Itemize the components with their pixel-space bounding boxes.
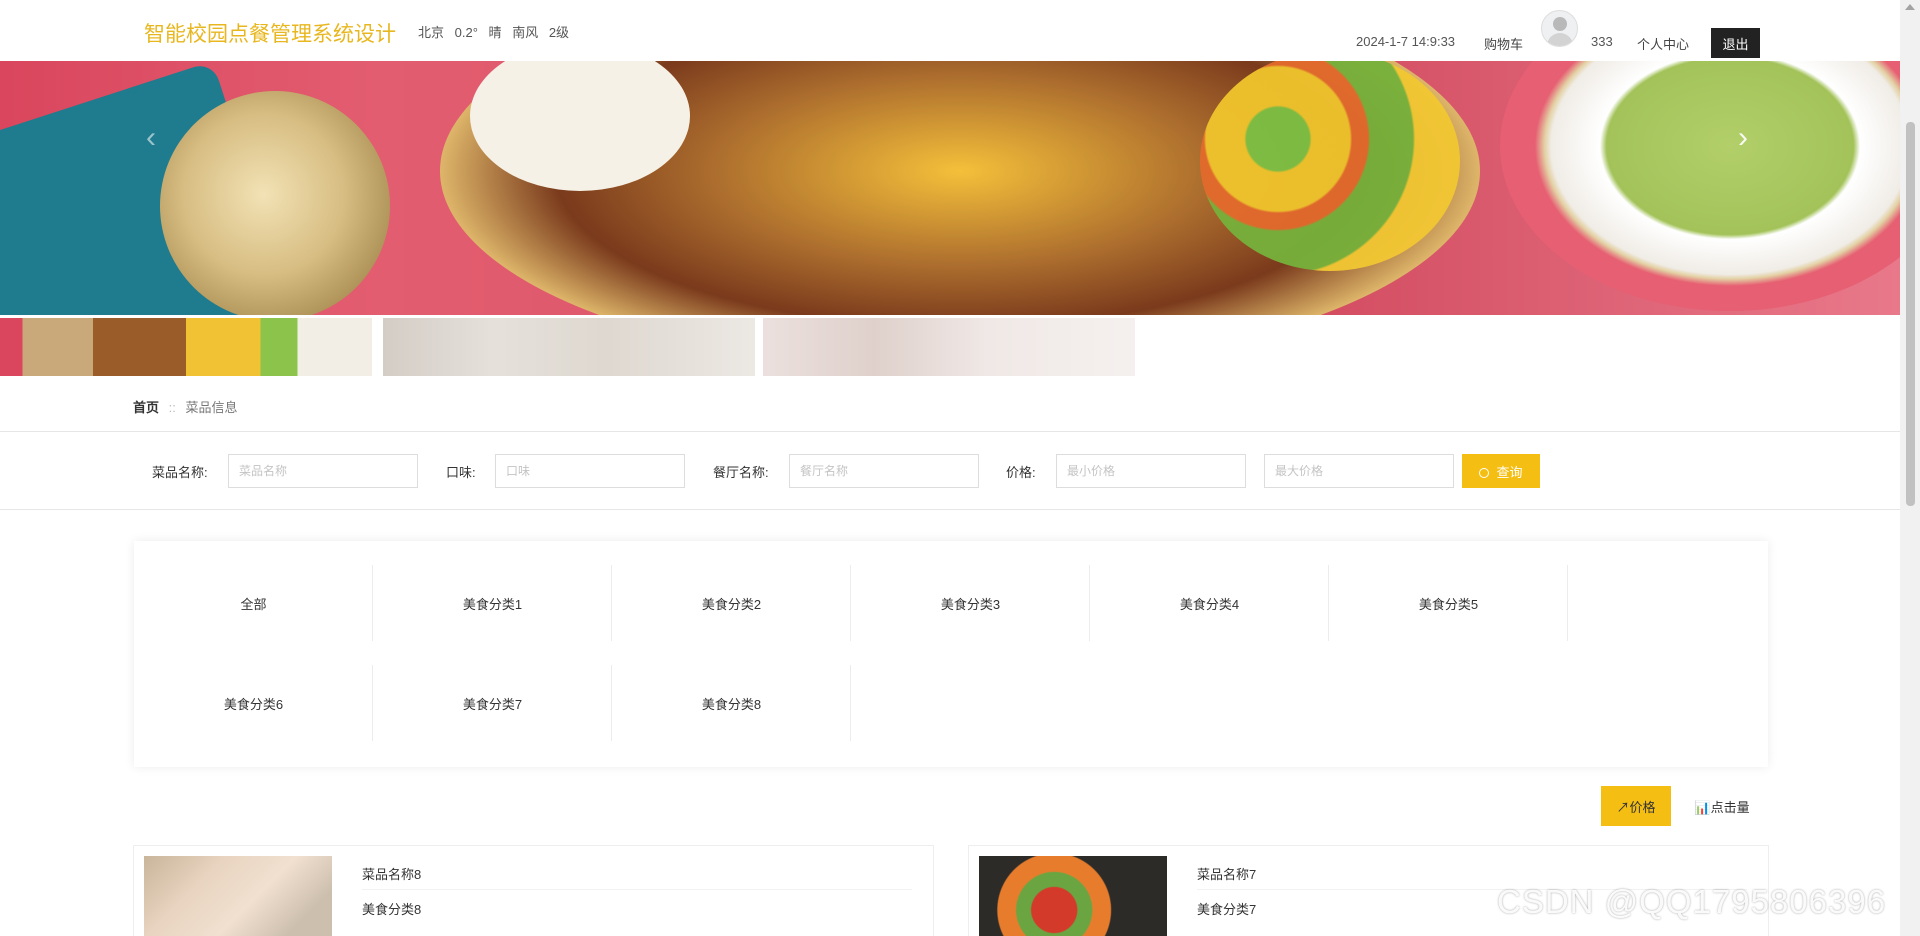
category-item[interactable]: 美食分类3 <box>851 565 1090 641</box>
category-item[interactable]: 美食分类7 <box>373 665 612 741</box>
category-item[interactable]: 美食分类6 <box>134 665 373 741</box>
trend-line-icon: ↗ <box>1616 799 1630 815</box>
weather-temperature: 0.2° <box>454 25 478 40</box>
category-item[interactable]: 美食分类2 <box>612 565 851 641</box>
weather-wind-level: 2级 <box>548 25 570 40</box>
user-avatar[interactable] <box>1541 10 1578 47</box>
divider <box>0 431 1900 432</box>
current-datetime: 2024-1-7 14:9:33 <box>1356 34 1456 49</box>
avatar-head-shape <box>1553 17 1567 31</box>
site-title[interactable]: 智能校园点餐管理系统设计 <box>144 18 396 48</box>
top-header: 智能校园点餐管理系统设计 北京 0.2° 晴 南风 2级 2024-1-7 14… <box>0 0 1900 61</box>
max-price-input[interactable] <box>1264 454 1454 488</box>
cart-link[interactable]: 购物车 <box>1484 34 1523 53</box>
category-item[interactable]: 美食分类5 <box>1329 565 1568 641</box>
taste-input[interactable] <box>495 454 685 488</box>
chevron-left-icon[interactable]: ‹ <box>146 123 156 153</box>
restaurant-name-input[interactable] <box>789 454 979 488</box>
dish-name: 菜品名称7 <box>1197 867 1257 882</box>
breadcrumb-home[interactable]: 首页 <box>133 400 159 415</box>
category-item[interactable]: 美食分类8 <box>612 665 851 741</box>
weather-city: 北京 <box>418 25 445 40</box>
restaurant-name-label: 餐厅名称: <box>713 465 769 480</box>
sort-by-price-button[interactable]: ↗价格 <box>1601 786 1671 826</box>
banner-thumbnail[interactable] <box>0 318 372 376</box>
sort-clicks-label: 点击量 <box>1710 799 1750 815</box>
breadcrumb-separator: :: <box>168 400 176 415</box>
dish-category: 美食分类8 <box>362 902 422 917</box>
avatar-body-shape <box>1547 33 1573 46</box>
banner-thumbnail[interactable] <box>383 318 755 376</box>
sort-price-label: 价格 <box>1629 799 1656 815</box>
chevron-right-icon[interactable]: › <box>1738 123 1748 153</box>
profile-link[interactable]: 个人中心 <box>1637 34 1689 53</box>
banner-thumbnail[interactable] <box>763 318 1135 376</box>
taste-label: 口味: <box>446 465 476 480</box>
search-button-label: 查询 <box>1496 464 1523 480</box>
price-label: 价格: <box>1006 465 1036 480</box>
dish-category: 美食分类7 <box>1197 902 1257 917</box>
username: 333 <box>1591 34 1613 49</box>
banner-carousel[interactable]: ‹ › <box>0 61 1900 315</box>
banner-spoon-shape <box>160 91 390 315</box>
watermark: CSDN @QQ1795806396 <box>1497 883 1887 920</box>
dish-image[interactable] <box>979 856 1167 936</box>
banner-vegetables-shape <box>1200 61 1460 271</box>
category-item-all[interactable]: 全部 <box>134 565 373 641</box>
category-panel: 全部 美食分类1 美食分类2 美食分类3 美食分类4 美食分类5 美食分类6 美… <box>134 541 1768 767</box>
breadcrumb: 首页 :: 菜品信息 <box>133 397 238 416</box>
divider <box>362 889 912 890</box>
category-item[interactable]: 美食分类4 <box>1090 565 1329 641</box>
scroll-up-arrow-icon[interactable] <box>1905 4 1915 10</box>
sort-by-clicks-button[interactable]: 📊点击量 <box>1687 786 1757 826</box>
divider <box>0 509 1900 510</box>
breadcrumb-current: 菜品信息 <box>185 400 238 415</box>
weather-wind: 南风 <box>512 25 539 40</box>
search-button[interactable]: 查询 <box>1462 454 1540 488</box>
banner-thumbnails <box>0 318 1140 376</box>
dish-name-label: 菜品名称: <box>152 465 208 480</box>
dish-name: 菜品名称8 <box>362 867 422 882</box>
dish-image[interactable] <box>144 856 332 936</box>
bar-chart-icon: 📊 <box>1694 799 1711 815</box>
weather-info: 北京 0.2° 晴 南风 2级 <box>418 22 576 41</box>
dish-name-input[interactable] <box>228 454 418 488</box>
min-price-input[interactable] <box>1056 454 1246 488</box>
scrollbar-thumb[interactable] <box>1906 122 1915 506</box>
banner-side-bowl-shape <box>1500 61 1900 311</box>
dish-card[interactable]: 菜品名称8 美食分类8 <box>133 845 934 936</box>
search-icon <box>1479 467 1490 478</box>
category-item[interactable]: 美食分类1 <box>373 565 612 641</box>
weather-condition: 晴 <box>488 25 502 40</box>
logout-button[interactable]: 退出 <box>1711 28 1760 58</box>
